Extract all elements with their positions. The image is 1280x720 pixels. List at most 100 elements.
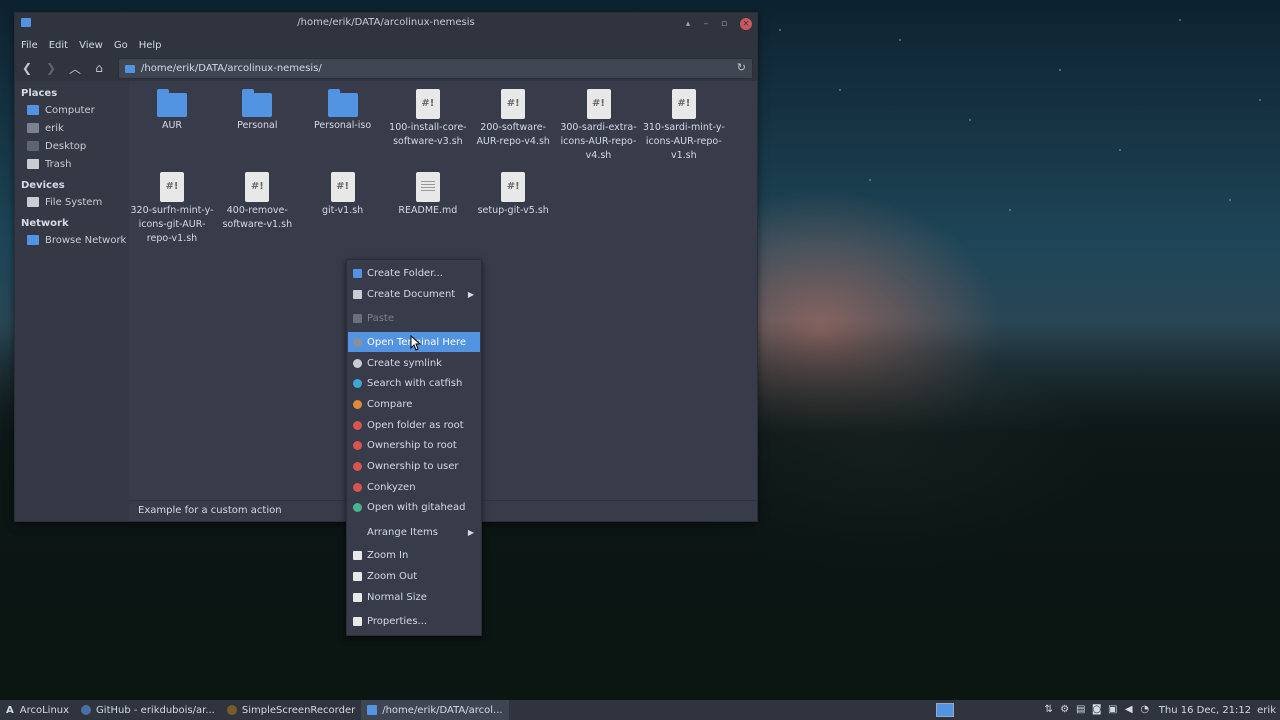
conkyzen-icon <box>353 482 362 492</box>
menu-item-ownership-to-root[interactable]: Ownership to root <box>348 435 480 455</box>
toolbar: ❮ ❯ ︿ ⌂ /home/erik/DATA/arcolinux-nemesi… <box>15 55 757 81</box>
menu-item-search-with-catfish[interactable]: Search with catfish <box>348 373 480 393</box>
settings-tray-icon[interactable]: ⚙ <box>1059 704 1071 716</box>
menu-item-ownership-to-user[interactable]: Ownership to user <box>348 456 480 476</box>
file-item[interactable]: Personal-iso <box>301 83 385 133</box>
file-item[interactable]: #! 200-software-AUR-repo-v4.sh <box>471 83 555 149</box>
file-name: README.md <box>398 205 458 216</box>
sidebar-item-erik[interactable]: erik <box>15 119 129 137</box>
back-icon[interactable]: ❮ <box>15 61 39 75</box>
root-icon <box>353 420 362 430</box>
ownership-root-icon <box>353 440 362 450</box>
file-item[interactable]: #! 310-sardi-mint-y-icons-AUR-repo-v1.sh <box>642 83 726 163</box>
menu-item-create-folder[interactable]: Create Folder... <box>348 263 480 283</box>
sidebar-item-file-system[interactable]: File System <box>15 193 129 211</box>
maximize-button[interactable]: ▫ <box>717 17 731 31</box>
script-file-icon: #! <box>160 172 184 202</box>
menu-bar: File Edit View Go Help <box>15 35 757 55</box>
menu-item-label: Ownership to user <box>367 460 459 472</box>
file-item[interactable]: #! 320-surfn-mint-y-icons-git-AUR-repo-v1… <box>130 166 214 246</box>
menu-go[interactable]: Go <box>114 40 128 51</box>
file-item[interactable]: Personal <box>215 83 299 133</box>
location-bar[interactable]: /home/erik/DATA/arcolinux-nemesis/ ↻ <box>118 58 753 79</box>
taskbar-item-label: GitHub - erikdubois/ar... <box>96 704 215 716</box>
menu-item-zoom-in[interactable]: Zoom In <box>348 545 480 565</box>
chevron-right-icon: ▶ <box>467 527 474 537</box>
workspace-switcher[interactable] <box>930 700 960 720</box>
screenshot-tray-icon[interactable]: ◙ <box>1091 704 1103 716</box>
sidebar-heading-network: Network <box>21 218 69 229</box>
text-file-icon <box>415 172 440 202</box>
folder-icon <box>353 268 362 278</box>
script-file-icon: #! <box>245 172 270 202</box>
folder-icon <box>157 89 187 117</box>
sidebar-item-desktop[interactable]: Desktop <box>15 137 129 155</box>
reload-icon[interactable]: ↻ <box>737 61 746 74</box>
screen-tray-icon[interactable]: ▣ <box>1107 704 1119 716</box>
location-path[interactable]: /home/erik/DATA/arcolinux-nemesis/ <box>141 63 322 74</box>
file-item[interactable]: #! 300-sardi-extra-icons-AUR-repo-v4.sh <box>557 83 641 163</box>
menu-item-open-with-gitahead[interactable]: Open with gitahead <box>348 497 480 517</box>
desktop-folder-icon <box>27 141 39 151</box>
taskbar-item[interactable]: GitHub - erikdubois/ar... <box>75 700 221 720</box>
file-name: setup-git-v5.sh <box>477 205 549 216</box>
menu-view[interactable]: View <box>79 40 103 51</box>
file-item[interactable]: #! 100-install-core-software-v3.sh <box>386 83 470 149</box>
menu-item-label: Create Folder... <box>367 267 443 279</box>
menu-item-open-folder-as-root[interactable]: Open folder as root <box>348 415 480 435</box>
file-name: git-v1.sh <box>321 205 364 216</box>
shade-button[interactable]: ▴ <box>681 17 695 31</box>
terminal-icon <box>353 337 362 347</box>
menu-edit[interactable]: Edit <box>49 40 68 51</box>
sidebar-item-browse-network[interactable]: Browse Network <box>15 231 129 249</box>
file-name: Personal <box>237 120 278 131</box>
menu-item-label: Open with gitahead <box>367 501 466 513</box>
file-item[interactable]: README.md <box>386 166 470 218</box>
menu-item-normal-size[interactable]: Normal Size <box>348 587 480 607</box>
menu-item-create-symlink[interactable]: Create symlink <box>348 353 480 373</box>
home-icon[interactable]: ⌂ <box>87 61 111 75</box>
file-item[interactable]: #! git-v1.sh <box>301 166 385 218</box>
start-menu-button[interactable]: A ArcoLinux <box>0 700 75 720</box>
menu-item-label: Normal Size <box>367 591 427 603</box>
taskbar-item[interactable]: /home/erik/DATA/arcol... <box>361 700 509 720</box>
menu-spacer <box>353 528 362 537</box>
folder-icon <box>367 705 378 715</box>
sidebar-item-trash[interactable]: Trash <box>15 155 129 173</box>
forward-icon[interactable]: ❯ <box>39 61 63 75</box>
clock[interactable]: Thu 16 Dec, 21:12 <box>1159 705 1251 716</box>
file-item[interactable]: AUR <box>130 83 214 133</box>
window-title: /home/erik/DATA/arcolinux-nemesis <box>297 17 475 28</box>
user-name[interactable]: erik <box>1257 705 1276 716</box>
up-icon[interactable]: ︿ <box>63 60 87 77</box>
minimize-button[interactable]: – <box>699 17 713 31</box>
title-bar[interactable]: /home/erik/DATA/arcolinux-nemesis ▴ – ▫ … <box>15 13 757 35</box>
clipboard-tray-icon[interactable]: ▤ <box>1075 704 1087 716</box>
file-item[interactable]: #! setup-git-v5.sh <box>471 166 555 218</box>
network-tray-icon[interactable]: ⇅ <box>1043 704 1055 716</box>
menu-help[interactable]: Help <box>139 40 162 51</box>
menu-file[interactable]: File <box>21 40 38 51</box>
document-icon <box>353 289 362 299</box>
menu-item-create-document[interactable]: Create Document ▶ <box>348 284 480 304</box>
taskbar-item[interactable]: SimpleScreenRecorder <box>221 700 361 720</box>
script-file-icon: #! <box>501 89 526 119</box>
menu-item-properties[interactable]: Properties... <box>348 611 480 631</box>
menu-item-zoom-out[interactable]: Zoom Out <box>348 566 480 586</box>
catfish-icon <box>353 378 362 388</box>
folder-icon <box>242 89 273 117</box>
file-item[interactable]: #! 400-remove-software-v1.sh <box>215 166 299 232</box>
menu-item-label: Properties... <box>367 615 428 627</box>
volume-tray-icon[interactable]: ◀ <box>1123 704 1135 716</box>
close-button[interactable]: ✕ <box>740 18 752 30</box>
sidebar-item-computer[interactable]: Computer <box>15 101 129 119</box>
menu-item-label: Ownership to root <box>367 439 457 451</box>
wifi-tray-icon[interactable]: ◔ <box>1139 704 1151 716</box>
sidebar-item-label: Trash <box>45 158 72 170</box>
wallpaper-stars <box>760 0 1280 260</box>
menu-item-compare[interactable]: Compare <box>348 394 480 414</box>
menu-item-conkyzen[interactable]: Conkyzen <box>348 477 480 497</box>
menu-item-arrange-items[interactable]: Arrange Items ▶ <box>348 522 480 542</box>
arcolinux-logo-icon: A <box>6 704 14 716</box>
zoom-out-icon <box>353 571 362 581</box>
